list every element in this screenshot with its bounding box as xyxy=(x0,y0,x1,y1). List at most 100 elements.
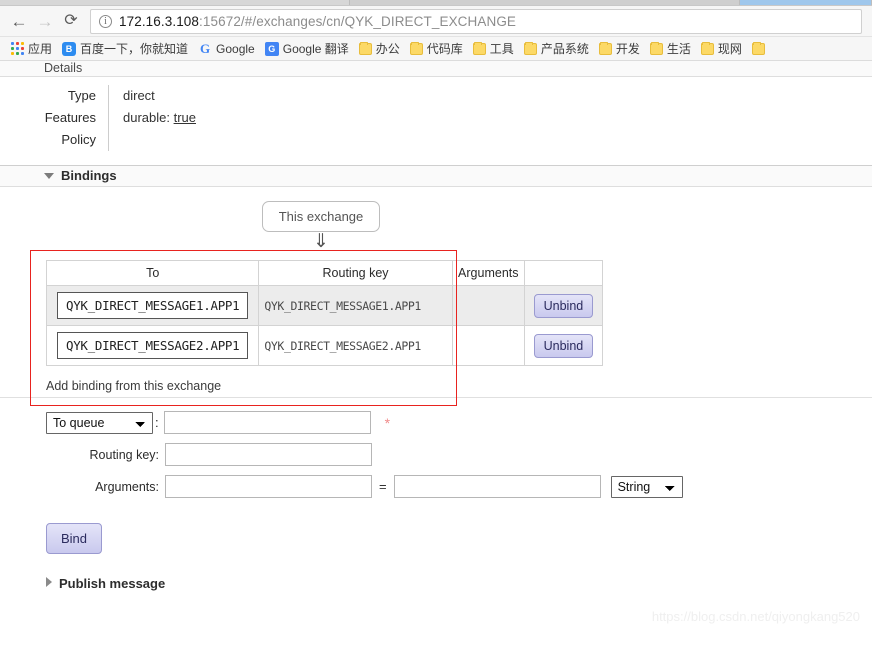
bookmark-label: 工具 xyxy=(489,42,514,56)
bookmark-apps[interactable]: 应用 xyxy=(6,39,57,59)
chevron-right-icon xyxy=(46,577,52,587)
routing-key-input[interactable] xyxy=(165,443,372,466)
folder-icon xyxy=(751,41,765,55)
routing-key-text: QYK_DIRECT_MESSAGE2.APP1 xyxy=(264,338,421,353)
binding-routing-key-cell: QYK_DIRECT_MESSAGE1.APP1 xyxy=(258,285,453,326)
bookmark-label: 百度一下，你就知道 xyxy=(80,42,189,56)
folder-icon xyxy=(358,41,372,55)
binding-action-cell: Unbind xyxy=(523,325,604,366)
form-row-arguments: Arguments: = String xyxy=(46,475,872,498)
bookmark-baidu[interactable]: B 百度一下，你就知道 xyxy=(57,39,193,59)
bookmark-label: 应用 xyxy=(28,42,53,56)
browser-window: ← → ⟳ i 172.16.3.108:15672/#/exchanges/c… xyxy=(0,0,872,647)
bindings-table-area: To Routing key Arguments QYK_DIRECT_MESS… xyxy=(0,250,872,406)
queue-link[interactable]: QYK_DIRECT_MESSAGE1.APP1 xyxy=(56,292,249,319)
details-key: Features xyxy=(44,110,96,125)
address-host: 172.16.3.108 xyxy=(119,13,200,29)
bookmark-folder-life[interactable]: 生活 xyxy=(645,39,696,59)
arguments-value-input[interactable] xyxy=(393,475,601,498)
details-value-text: durable: xyxy=(123,110,174,125)
column-header-actions xyxy=(523,260,604,286)
browser-toolbar: ← → ⟳ i 172.16.3.108:15672/#/exchanges/c… xyxy=(0,6,872,37)
tab-background-2[interactable] xyxy=(350,0,740,5)
arguments-label: Arguments: xyxy=(95,479,159,494)
details-section-header: Details xyxy=(0,61,872,77)
bind-button[interactable]: Bind xyxy=(46,523,103,554)
site-info-icon[interactable]: i xyxy=(99,14,112,28)
details-section-title: Details xyxy=(44,61,83,75)
details-value xyxy=(108,129,872,151)
column-header-to[interactable]: To xyxy=(45,260,260,286)
folder-icon xyxy=(649,41,663,55)
bookmark-label: 开发 xyxy=(615,42,640,56)
unbind-button[interactable]: Unbind xyxy=(533,333,594,358)
add-binding-title: Add binding from this exchange xyxy=(0,379,872,398)
bookmark-label: 现网 xyxy=(717,42,742,56)
google-translate-icon: G xyxy=(264,41,279,56)
details-row-features: Features durable: true xyxy=(0,107,872,129)
bindings-section-header[interactable]: Bindings xyxy=(0,165,872,187)
folder-icon xyxy=(472,41,486,55)
details-row-type: Type direct xyxy=(0,85,872,107)
binding-arguments-cell xyxy=(451,325,525,366)
bookmark-folder-product[interactable]: 产品系统 xyxy=(519,39,594,59)
publish-message-section-header[interactable]: Publish message xyxy=(0,576,872,591)
binding-routing-key-cell: QYK_DIRECT_MESSAGE2.APP1 xyxy=(258,325,453,366)
page-content: Details Type direct Features durable: tr… xyxy=(0,61,872,646)
destination-input[interactable] xyxy=(163,411,371,434)
queue-link[interactable]: QYK_DIRECT_MESSAGE2.APP1 xyxy=(56,332,249,359)
bookmarks-bar: 应用 B 百度一下，你就知道 G Google G Google 翻译 办公 代… xyxy=(0,37,872,61)
bookmark-folder-office[interactable]: 办公 xyxy=(354,39,405,59)
details-value-link[interactable]: true xyxy=(174,110,196,125)
forward-arrow-icon[interactable]: → xyxy=(32,8,58,34)
add-binding-form: To queue : * Routing key: Arguments: = S… xyxy=(0,398,872,498)
folder-icon xyxy=(409,41,423,55)
bookmark-label: 产品系统 xyxy=(540,42,589,56)
reload-icon[interactable]: ⟳ xyxy=(58,8,84,34)
table-row: QYK_DIRECT_MESSAGE2.APP1 QYK_DIRECT_MESS… xyxy=(45,325,604,366)
form-row-destination: To queue : * xyxy=(46,411,872,434)
destination-type-select[interactable]: To queue xyxy=(46,411,153,434)
table-row: QYK_DIRECT_MESSAGE1.APP1 QYK_DIRECT_MESS… xyxy=(45,285,604,326)
publish-message-title: Publish message xyxy=(59,576,166,591)
details-row-policy: Policy xyxy=(0,129,872,151)
address-bar[interactable]: i 172.16.3.108:15672/#/exchanges/cn/QYK_… xyxy=(90,8,862,34)
bookmark-google-translate[interactable]: G Google 翻译 xyxy=(260,39,354,59)
google-icon: G xyxy=(199,40,211,56)
down-double-arrow-icon: ⇓ xyxy=(313,231,329,252)
watermark-text: https://blog.csdn.net/qiyongkang520 xyxy=(651,609,860,624)
binding-destination-cell: QYK_DIRECT_MESSAGE2.APP1 xyxy=(45,325,260,366)
bookmark-folder-dev[interactable]: 开发 xyxy=(594,39,645,59)
bookmark-label: 生活 xyxy=(666,42,691,56)
binding-action-cell: Unbind xyxy=(523,285,604,326)
details-key: Type xyxy=(67,88,96,103)
argument-type-select[interactable]: String xyxy=(610,475,683,498)
details-list: Type direct Features durable: true Polic… xyxy=(0,85,872,151)
column-header-routing-key[interactable]: Routing key xyxy=(258,260,453,286)
details-key: Policy xyxy=(61,132,96,147)
table-header-row: To Routing key Arguments xyxy=(45,260,604,286)
bindings-section-title: Bindings xyxy=(61,168,117,183)
apps-grid-icon xyxy=(11,42,24,55)
unbind-button[interactable]: Unbind xyxy=(533,293,594,318)
details-value: durable: true xyxy=(108,107,872,129)
bookmark-google[interactable]: G Google xyxy=(193,39,260,59)
destination-colon: : xyxy=(155,415,159,430)
bookmark-label: 办公 xyxy=(375,42,400,56)
column-header-arguments[interactable]: Arguments xyxy=(451,260,525,286)
binding-arguments-cell xyxy=(451,285,525,326)
tab-background-1[interactable] xyxy=(0,0,350,5)
back-arrow-icon[interactable]: ← xyxy=(6,8,32,34)
equals-sign: = xyxy=(379,479,387,494)
this-exchange-node: This exchange xyxy=(261,201,381,232)
bookmark-folder-extra[interactable] xyxy=(747,39,770,59)
bookmark-folder-network[interactable]: 现网 xyxy=(696,39,747,59)
bookmark-folder-coderepo[interactable]: 代码库 xyxy=(405,39,468,59)
address-path: :15672/#/exchanges/cn/QYK_DIRECT_EXCHANG… xyxy=(199,13,517,29)
tab-active[interactable] xyxy=(740,0,872,5)
folder-icon xyxy=(700,41,714,55)
bookmark-label: 代码库 xyxy=(426,42,463,56)
required-marker: * xyxy=(384,414,391,431)
arguments-key-input[interactable] xyxy=(165,475,372,498)
bookmark-folder-tools[interactable]: 工具 xyxy=(468,39,519,59)
